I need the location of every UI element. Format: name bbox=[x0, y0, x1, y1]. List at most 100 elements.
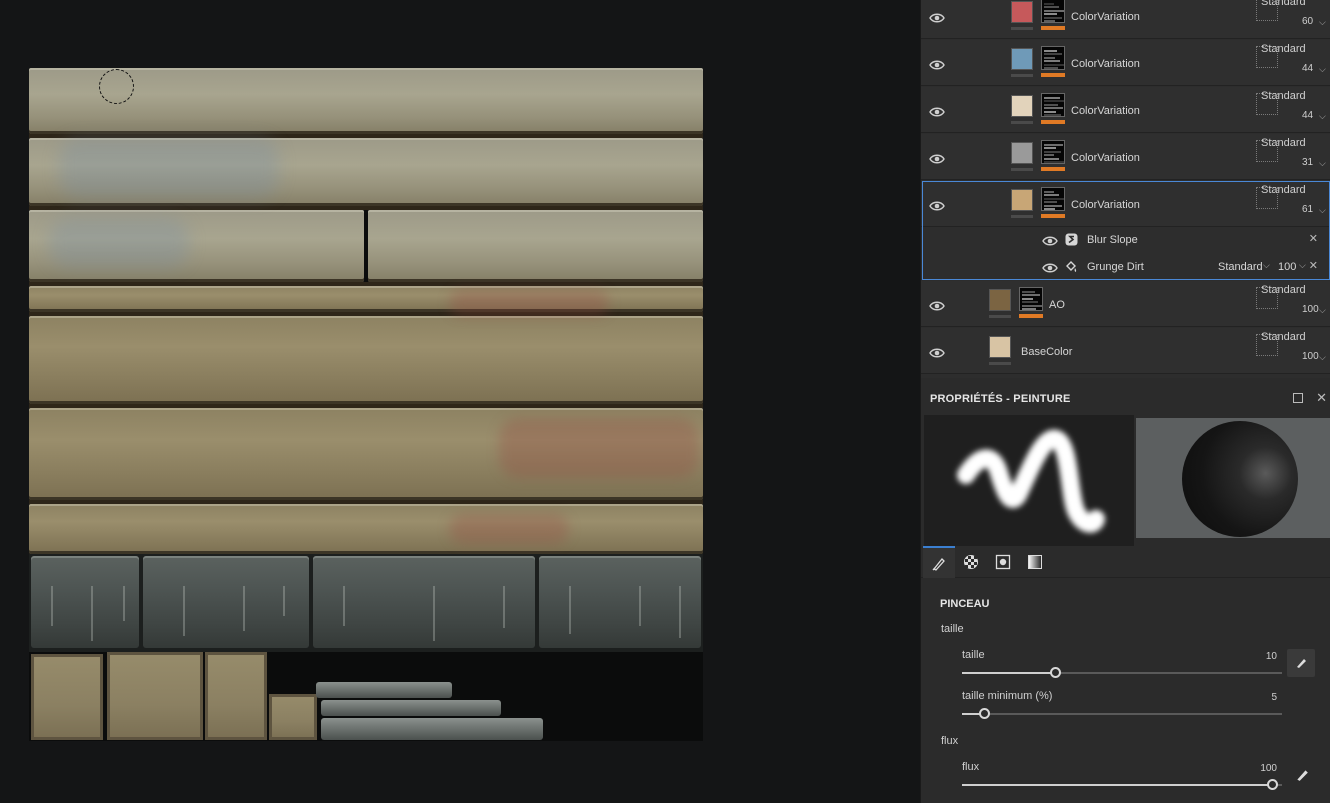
flow-group-label: flux bbox=[941, 735, 959, 747]
texture-canvas[interactable] bbox=[29, 68, 703, 741]
tab-brush[interactable] bbox=[923, 546, 955, 578]
checker-icon bbox=[964, 555, 978, 569]
wood-block bbox=[31, 654, 103, 740]
swatch-bar bbox=[989, 315, 1011, 318]
size-slider[interactable] bbox=[962, 667, 1282, 678]
chevron-down-icon[interactable]: ⌵ bbox=[1319, 352, 1326, 363]
opacity-value[interactable]: 100 bbox=[1302, 351, 1319, 362]
remove-effect-icon[interactable]: ✕ bbox=[1309, 232, 1318, 245]
blend-mode-label: Standard bbox=[1261, 331, 1306, 343]
tab-alpha[interactable] bbox=[955, 546, 987, 578]
chevron-down-icon[interactable]: ⌵ bbox=[1263, 260, 1270, 271]
effect-opacity[interactable]: 100 bbox=[1278, 261, 1296, 273]
effect-name: Blur Slope bbox=[1087, 234, 1138, 246]
layer-row[interactable]: ColorVariation Standard 61 ⌵ bbox=[921, 181, 1330, 227]
layer-row[interactable]: ColorVariation Standard 44 ⌵ bbox=[921, 40, 1330, 86]
swatch-bar bbox=[1011, 121, 1033, 124]
remove-effect-icon[interactable]: ✕ bbox=[1309, 259, 1318, 272]
chevron-down-icon[interactable]: ⌵ bbox=[1319, 64, 1326, 75]
layer-color-swatch[interactable] bbox=[1011, 142, 1033, 164]
chevron-down-icon[interactable]: ⌵ bbox=[1319, 205, 1326, 216]
opacity-value[interactable]: 31 bbox=[1302, 157, 1313, 168]
material-sphere bbox=[1182, 421, 1298, 537]
3d-viewport[interactable] bbox=[0, 0, 920, 803]
red-tint bbox=[449, 290, 609, 316]
pen-icon[interactable] bbox=[1295, 768, 1309, 782]
eye-icon[interactable] bbox=[929, 105, 945, 117]
size-group-label: taille bbox=[941, 623, 964, 635]
mask-bar bbox=[1041, 73, 1065, 77]
layer-color-swatch[interactable] bbox=[1011, 1, 1033, 23]
chevron-down-icon[interactable]: ⌵ bbox=[1299, 260, 1306, 271]
layer-mask-thumbnail[interactable] bbox=[1041, 187, 1065, 211]
properties-tabs bbox=[921, 546, 1330, 578]
layer-mask-thumbnail[interactable] bbox=[1041, 140, 1065, 164]
eye-icon[interactable] bbox=[929, 58, 945, 70]
tab-material[interactable] bbox=[1019, 546, 1051, 578]
min-size-slider[interactable] bbox=[962, 708, 1282, 719]
layer-mask-thumbnail[interactable] bbox=[1019, 287, 1043, 311]
layer-mask-thumbnail[interactable] bbox=[1041, 46, 1065, 70]
layer-color-swatch[interactable] bbox=[1011, 95, 1033, 117]
layer-row[interactable]: AO Standard 100 ⌵ bbox=[921, 281, 1330, 327]
eye-icon[interactable] bbox=[929, 11, 945, 23]
layer-color-swatch[interactable] bbox=[989, 289, 1011, 311]
eye-icon[interactable] bbox=[929, 299, 945, 311]
pen-pressure-button[interactable] bbox=[1287, 649, 1315, 677]
opacity-value[interactable]: 44 bbox=[1302, 63, 1313, 74]
properties-title: PROPRIÉTÉS - PEINTURE bbox=[930, 393, 1071, 405]
layer-color-swatch[interactable] bbox=[989, 336, 1011, 358]
tab-stencil[interactable] bbox=[987, 546, 1019, 578]
gradient-icon bbox=[1028, 555, 1042, 569]
slider-knob[interactable] bbox=[1267, 779, 1278, 790]
layer-row[interactable]: ColorVariation Standard 44 ⌵ bbox=[921, 87, 1330, 133]
blend-mode-label: Standard bbox=[1261, 137, 1306, 149]
effect-blend-mode[interactable]: Standard bbox=[1218, 261, 1263, 273]
opacity-value[interactable]: 44 bbox=[1302, 110, 1313, 121]
close-icon[interactable]: ✕ bbox=[1316, 390, 1327, 406]
opacity-value[interactable]: 61 bbox=[1302, 204, 1313, 215]
layer-row[interactable]: BaseColor Standard 100 ⌵ bbox=[921, 328, 1330, 374]
opacity-value[interactable]: 60 bbox=[1302, 16, 1313, 27]
material-sphere-preview bbox=[1136, 418, 1330, 538]
wood-block bbox=[269, 694, 317, 740]
layer-mask-thumbnail[interactable] bbox=[1041, 0, 1065, 23]
min-size-slider-label: taille minimum (%) bbox=[962, 690, 1053, 702]
wood-plank bbox=[29, 316, 703, 404]
chevron-down-icon[interactable]: ⌵ bbox=[1319, 305, 1326, 316]
chevron-down-icon[interactable]: ⌵ bbox=[1319, 17, 1326, 28]
effect-row[interactable]: Grunge Dirt Standard ⌵ 100 ⌵ ✕ bbox=[922, 254, 1330, 280]
right-panel: ColorVariation Standard 60 ⌵ ColorVariation S… bbox=[920, 0, 1330, 803]
wood-block bbox=[205, 652, 267, 740]
slider-knob[interactable] bbox=[1050, 667, 1061, 678]
layer-stack[interactable]: ColorVariation Standard 60 ⌵ ColorVariation S… bbox=[921, 0, 1330, 378]
slider-knob[interactable] bbox=[979, 708, 990, 719]
eye-icon[interactable] bbox=[929, 199, 945, 211]
mask-bar bbox=[1019, 314, 1043, 318]
layer-color-swatch[interactable] bbox=[1011, 48, 1033, 70]
blend-mode-label: Standard bbox=[1261, 90, 1306, 102]
opacity-value[interactable]: 100 bbox=[1302, 304, 1319, 315]
blend-mode-label: Standard bbox=[1261, 284, 1306, 296]
stone-block bbox=[143, 556, 309, 648]
layer-row[interactable]: ColorVariation Standard 31 ⌵ bbox=[921, 134, 1330, 180]
chevron-down-icon[interactable]: ⌵ bbox=[1319, 111, 1326, 122]
chevron-down-icon[interactable]: ⌵ bbox=[1319, 158, 1326, 169]
float-panel-icon[interactable] bbox=[1293, 393, 1303, 403]
eye-icon[interactable] bbox=[929, 152, 945, 164]
eye-icon[interactable] bbox=[929, 346, 945, 358]
effect-row[interactable]: Blur Slope ✕ bbox=[922, 227, 1330, 253]
layer-name: BaseColor bbox=[1021, 346, 1073, 358]
layer-mask-thumbnail[interactable] bbox=[1041, 93, 1065, 117]
brush-icon bbox=[932, 558, 945, 571]
eye-icon[interactable] bbox=[1042, 261, 1058, 273]
slider-fill bbox=[962, 784, 1272, 786]
flow-slider[interactable] bbox=[962, 779, 1282, 790]
fill-bucket-icon bbox=[1065, 260, 1078, 273]
layer-color-swatch[interactable] bbox=[1011, 189, 1033, 211]
stone-slab bbox=[321, 700, 501, 716]
eye-icon[interactable] bbox=[1042, 234, 1058, 246]
size-slider-label: taille bbox=[962, 649, 985, 661]
flow-slider-value: 100 bbox=[1260, 763, 1277, 774]
layer-row[interactable]: ColorVariation Standard 60 ⌵ bbox=[921, 0, 1330, 39]
